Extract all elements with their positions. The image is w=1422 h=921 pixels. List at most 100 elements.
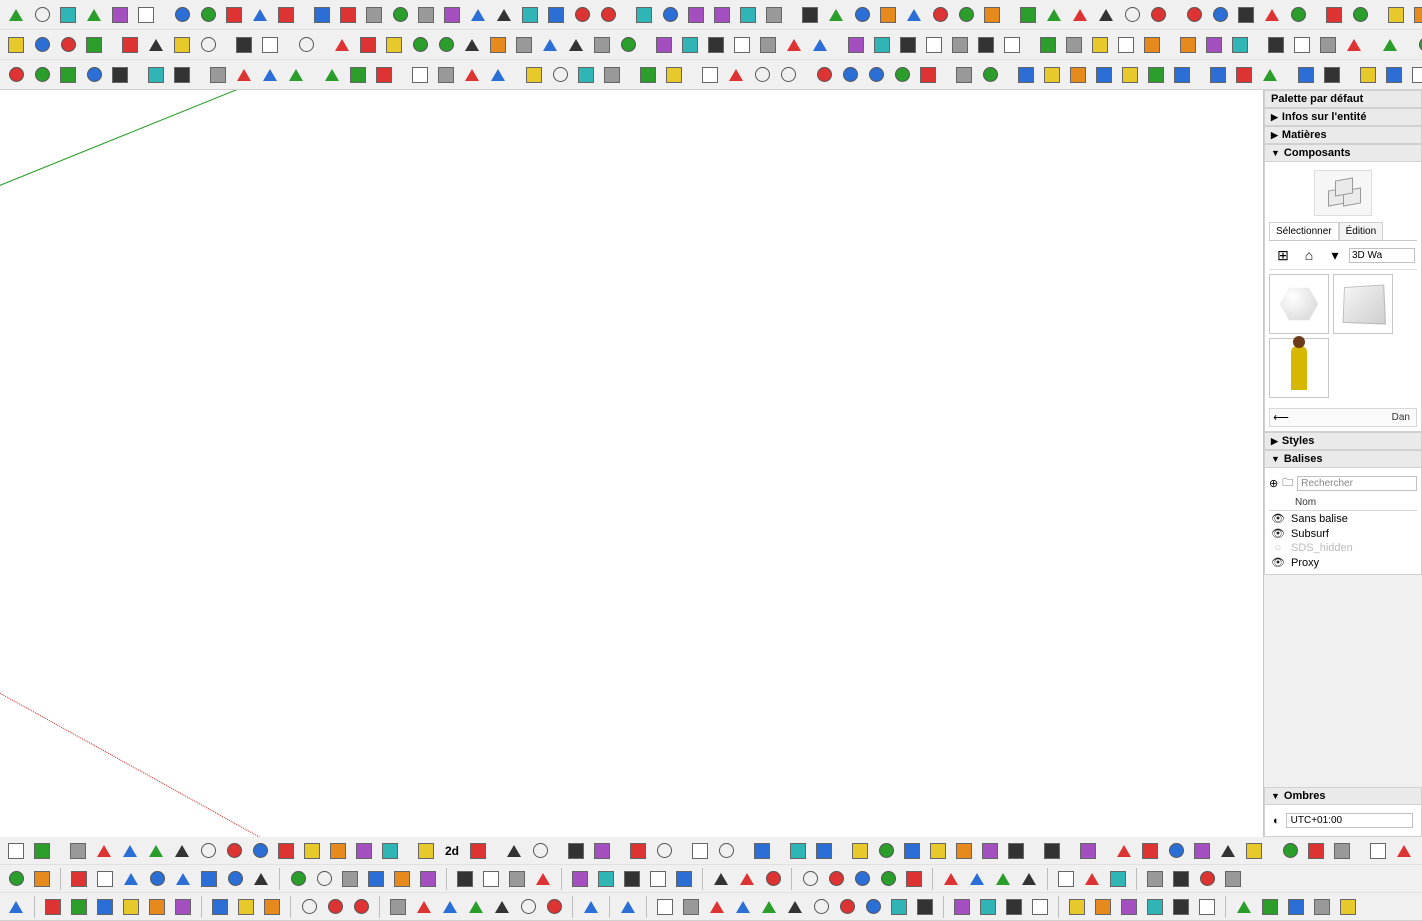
flash-plus[interactable] — [196, 3, 220, 27]
jewel[interactable] — [1169, 867, 1193, 891]
shirt-y[interactable] — [118, 33, 142, 57]
person-y2[interactable] — [30, 63, 54, 87]
cube-r7[interactable] — [808, 33, 832, 57]
persp3[interactable] — [352, 839, 376, 863]
shirt-b[interactable] — [144, 33, 168, 57]
grid2[interactable] — [92, 839, 116, 863]
tie1[interactable] — [1278, 839, 1302, 863]
rot-r[interactable] — [1408, 63, 1422, 87]
g4c[interactable] — [93, 895, 117, 919]
cube-e[interactable] — [1146, 3, 1170, 27]
sh4[interactable] — [1017, 867, 1041, 891]
glb[interactable] — [1143, 867, 1167, 891]
cubeO[interactable] — [1028, 895, 1052, 919]
fx-icon[interactable] — [294, 33, 318, 57]
g3b[interactable] — [594, 867, 618, 891]
arc4[interactable] — [1170, 63, 1194, 87]
stack-blue[interactable] — [108, 3, 132, 27]
eye-outline[interactable] — [82, 3, 106, 27]
flash-lime[interactable] — [274, 3, 298, 27]
cube-gr[interactable] — [954, 3, 978, 27]
grid1[interactable] — [66, 839, 90, 863]
rarrow-g[interactable] — [4, 33, 28, 57]
sk-a[interactable] — [864, 63, 888, 87]
bw1[interactable] — [297, 895, 321, 919]
bar-o[interactable] — [414, 839, 438, 863]
line-bw[interactable] — [1378, 33, 1402, 57]
undo[interactable] — [320, 63, 344, 87]
flask[interactable] — [564, 839, 588, 863]
tab-select[interactable]: Sélectionner — [1269, 222, 1339, 240]
cube-wire[interactable] — [56, 33, 80, 57]
fold-up[interactable] — [1348, 3, 1372, 27]
bwtool[interactable] — [349, 895, 373, 919]
sq-o2[interactable] — [776, 63, 800, 87]
sel-in[interactable] — [1294, 63, 1318, 87]
chev-gr[interactable] — [1322, 3, 1346, 27]
win-b[interactable] — [434, 63, 458, 87]
home-icon[interactable]: ⌂ — [1297, 243, 1321, 267]
hdash[interactable] — [486, 33, 510, 57]
tags-search-input[interactable]: Rechercher — [1297, 476, 1417, 491]
h3[interactable] — [876, 867, 900, 891]
lay-col[interactable] — [1234, 3, 1258, 27]
rect-d[interactable] — [874, 839, 898, 863]
sq3[interactable] — [1040, 63, 1064, 87]
visibility-icon[interactable]: 👁 — [1271, 512, 1285, 525]
xbox[interactable] — [616, 895, 640, 919]
flash-purple[interactable] — [248, 3, 272, 27]
plus-o[interactable] — [93, 867, 117, 891]
dia3[interactable] — [1117, 895, 1141, 919]
box-br5[interactable] — [948, 33, 972, 57]
stack-out[interactable] — [928, 3, 952, 27]
arc3[interactable] — [1144, 63, 1168, 87]
win-d[interactable] — [486, 63, 510, 87]
wave2-blue[interactable] — [658, 3, 682, 27]
clip[interactable] — [1068, 3, 1092, 27]
slow[interactable] — [1242, 839, 1266, 863]
cubes-gr[interactable] — [980, 3, 1004, 27]
arc-red[interactable] — [310, 3, 334, 27]
dia6[interactable] — [1195, 895, 1219, 919]
sheet3[interactable] — [1228, 33, 1252, 57]
component-item-hexagon[interactable] — [1269, 274, 1329, 334]
tag-row[interactable]: 👁Sans balise — [1269, 511, 1417, 526]
dia4[interactable] — [1143, 895, 1167, 919]
cube-dk[interactable] — [798, 3, 822, 27]
g3a[interactable] — [568, 867, 592, 891]
cross[interactable] — [1366, 839, 1390, 863]
layer-a[interactable] — [1016, 3, 1040, 27]
grab[interactable] — [1392, 839, 1416, 863]
fold[interactable] — [1040, 839, 1064, 863]
sq-k[interactable] — [750, 63, 774, 87]
cC[interactable] — [260, 895, 284, 919]
box-rA[interactable] — [974, 33, 998, 57]
cubelet3[interactable] — [505, 867, 529, 891]
rarrow-b[interactable] — [30, 33, 54, 57]
paint[interactable] — [1232, 63, 1256, 87]
sel-bl[interactable] — [616, 33, 640, 57]
winG[interactable] — [542, 895, 566, 919]
hoop[interactable] — [736, 3, 760, 27]
loopctl[interactable] — [1216, 839, 1240, 863]
plane1[interactable] — [1264, 33, 1288, 57]
chip1[interactable] — [502, 839, 526, 863]
dup-r[interactable] — [1382, 63, 1406, 87]
box3[interactable] — [1206, 63, 1230, 87]
loop-orange[interactable] — [492, 3, 516, 27]
isoA[interactable] — [887, 895, 911, 919]
ln[interactable] — [1014, 63, 1038, 87]
plus-g[interactable] — [67, 867, 91, 891]
folder-icon[interactable]: 🗀 — [1282, 474, 1293, 493]
sh2[interactable] — [965, 867, 989, 891]
dia1[interactable] — [1065, 895, 1089, 919]
flash-black[interactable] — [170, 3, 194, 27]
section-shadows[interactable]: ▼Ombres — [1264, 787, 1422, 805]
pts2[interactable] — [926, 839, 950, 863]
chip3[interactable] — [761, 867, 785, 891]
layers-dk[interactable] — [850, 3, 874, 27]
h1[interactable] — [824, 867, 848, 891]
cube-d[interactable] — [1120, 3, 1144, 27]
winB[interactable] — [412, 895, 436, 919]
isoB[interactable] — [913, 895, 937, 919]
